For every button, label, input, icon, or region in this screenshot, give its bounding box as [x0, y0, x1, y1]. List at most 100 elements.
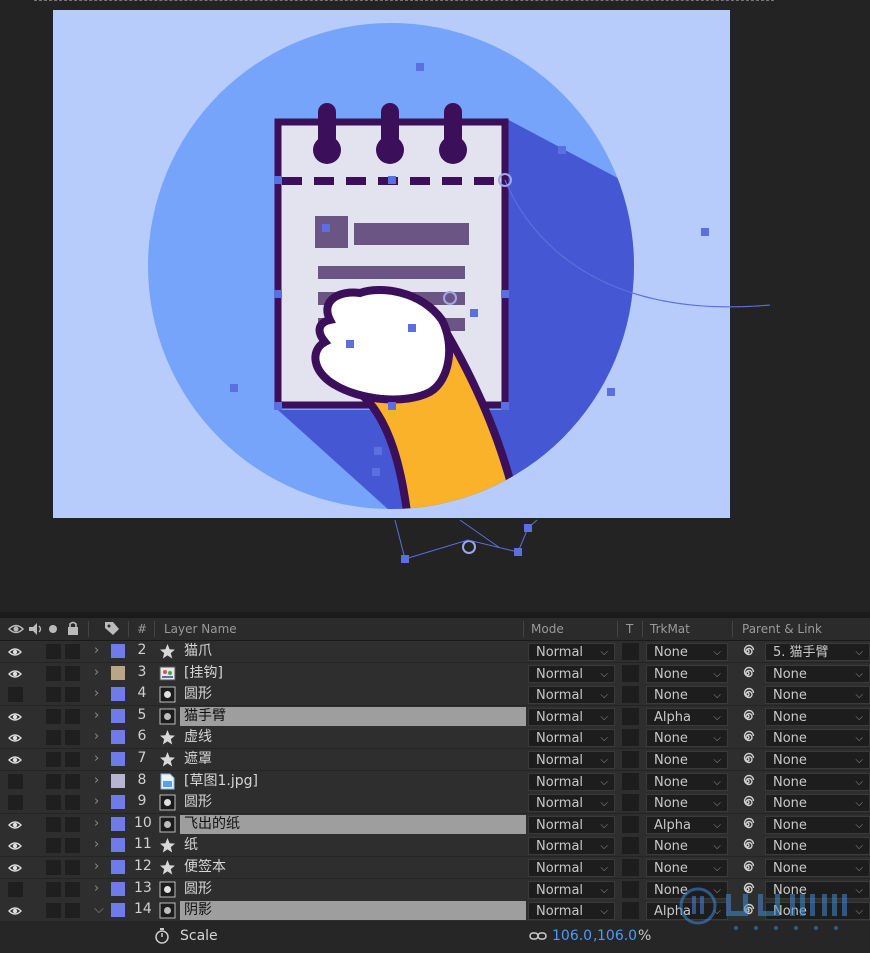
label-color-swatch[interactable] — [111, 730, 125, 745]
layer-row[interactable]: › 7 遮罩 Normal ⌵ None ⌵ None ⌵ — [0, 749, 870, 771]
parent-dropdown[interactable]: None ⌵ — [765, 815, 870, 834]
mode-dropdown[interactable]: Normal ⌵ — [528, 729, 615, 748]
chevron-right-icon[interactable]: › — [94, 729, 99, 744]
lock-toggle[interactable] — [65, 773, 80, 789]
lock-toggle[interactable] — [65, 838, 80, 854]
layer-name[interactable]: 圆形 — [180, 685, 526, 704]
lock-icon[interactable] — [66, 621, 80, 636]
layer-row[interactable]: › 6 虚线 Normal ⌵ None ⌵ None ⌵ — [0, 727, 870, 750]
label-color-swatch[interactable] — [111, 644, 125, 658]
trkmat-dropdown[interactable]: None ⌵ — [646, 664, 728, 683]
lock-toggle[interactable] — [65, 881, 80, 897]
parent-dropdown[interactable]: None ⌵ — [765, 794, 870, 813]
chevron-right-icon[interactable]: › — [94, 665, 99, 680]
spiral-pickwhip-icon[interactable] — [739, 794, 756, 811]
preserve-transparency-toggle[interactable] — [622, 643, 639, 660]
chevron-right-icon[interactable]: › — [94, 794, 99, 809]
stopwatch-icon[interactable] — [154, 928, 170, 944]
label-color-swatch[interactable] — [111, 665, 125, 680]
mode-dropdown[interactable]: Normal ⌵ — [528, 751, 615, 769]
chevron-right-icon[interactable]: › — [94, 643, 99, 658]
spiral-pickwhip-icon[interactable] — [739, 751, 756, 768]
layer-row[interactable]: › 5 猫手臂 Normal ⌵ Alpha ⌵ None ⌵ — [0, 705, 870, 728]
preserve-transparency-toggle[interactable] — [622, 815, 639, 833]
chevron-down-icon[interactable]: ⌵ — [94, 902, 104, 917]
label-color-swatch[interactable] — [111, 838, 125, 853]
eye-icon[interactable] — [8, 623, 24, 635]
layer-row[interactable]: › 4 圆形 Normal ⌵ None ⌵ None ⌵ — [0, 684, 870, 707]
lock-toggle[interactable] — [65, 752, 80, 767]
solo-toggle[interactable] — [46, 881, 61, 897]
lock-toggle[interactable] — [65, 795, 80, 811]
lock-toggle[interactable] — [65, 708, 80, 724]
preserve-transparency-toggle[interactable] — [622, 664, 639, 682]
preserve-transparency-toggle[interactable] — [622, 902, 639, 920]
visibility-toggle[interactable] — [8, 687, 23, 703]
audio-icon[interactable] — [28, 622, 44, 636]
layer-name[interactable]: 圆形 — [180, 880, 526, 899]
chevron-right-icon[interactable]: › — [94, 859, 99, 874]
mode-dropdown[interactable]: Normal ⌵ — [528, 837, 615, 856]
preserve-transparency-toggle[interactable] — [622, 772, 639, 790]
preserve-transparency-toggle[interactable] — [622, 686, 639, 704]
mode-dropdown[interactable]: Normal ⌵ — [528, 643, 615, 661]
preserve-transparency-toggle[interactable] — [622, 707, 639, 725]
mode-dropdown[interactable]: Normal ⌵ — [528, 794, 615, 813]
parent-dropdown[interactable]: None ⌵ — [765, 772, 870, 791]
visibility-toggle[interactable] — [8, 773, 23, 789]
lock-toggle[interactable] — [65, 644, 80, 659]
mode-dropdown[interactable]: Normal ⌵ — [528, 707, 615, 726]
solo-toggle[interactable] — [46, 687, 61, 703]
label-color-swatch[interactable] — [111, 773, 125, 788]
parent-dropdown[interactable]: 5. 猫手臂 ⌵ — [765, 643, 870, 661]
chevron-right-icon[interactable]: › — [94, 708, 99, 723]
solo-toggle[interactable] — [46, 773, 61, 789]
trkmat-dropdown[interactable]: None ⌵ — [646, 837, 728, 856]
mode-dropdown[interactable]: Normal ⌵ — [528, 664, 615, 683]
solo-toggle[interactable] — [46, 665, 61, 681]
spiral-pickwhip-icon[interactable] — [739, 686, 756, 703]
lock-toggle[interactable] — [65, 860, 80, 875]
composition-viewer[interactable] — [0, 0, 870, 612]
parent-dropdown[interactable]: None ⌵ — [765, 859, 870, 877]
trkmat-dropdown[interactable]: None ⌵ — [646, 772, 728, 791]
layer-name[interactable]: 纸 — [180, 836, 526, 855]
solo-toggle[interactable] — [46, 860, 61, 875]
composition-canvas[interactable] — [0, 0, 870, 612]
preserve-transparency-toggle[interactable] — [622, 729, 639, 747]
layer-name[interactable]: 圆形 — [180, 793, 526, 812]
layer-row[interactable]: › 2 猫爪 Normal ⌵ None ⌵ 5. 猫手臂 ⌵ — [0, 641, 870, 663]
chevron-right-icon[interactable]: › — [94, 837, 99, 852]
trkmat-dropdown[interactable]: None ⌵ — [646, 751, 728, 769]
eye-icon[interactable] — [8, 753, 22, 767]
layer-name[interactable]: [挂钩] — [180, 664, 526, 683]
layer-row[interactable]: › 8 [草图1.jpg] Normal ⌵ None ⌵ None ⌵ — [0, 770, 870, 793]
eye-icon[interactable] — [8, 667, 22, 681]
layer-name[interactable]: 猫手臂 — [180, 706, 526, 726]
trkmat-dropdown[interactable]: None ⌵ — [646, 686, 728, 705]
preserve-transparency-toggle[interactable] — [622, 751, 639, 768]
eye-icon[interactable] — [8, 839, 22, 853]
solo-toggle[interactable] — [46, 708, 61, 724]
spiral-pickwhip-icon[interactable] — [739, 837, 756, 854]
mode-dropdown[interactable]: Normal ⌵ — [528, 815, 615, 834]
visibility-toggle[interactable] — [8, 881, 23, 897]
preserve-transparency-toggle[interactable] — [622, 880, 639, 898]
solo-toggle[interactable] — [46, 795, 61, 811]
scale-y-value[interactable]: 106.0 — [597, 928, 637, 944]
eye-icon[interactable] — [8, 818, 22, 832]
eye-icon[interactable] — [8, 645, 22, 659]
eye-icon[interactable] — [8, 861, 22, 875]
spiral-pickwhip-icon[interactable] — [739, 665, 756, 682]
lock-toggle[interactable] — [65, 687, 80, 703]
spiral-pickwhip-icon[interactable] — [739, 816, 756, 833]
label-color-swatch[interactable] — [111, 708, 125, 723]
label-color-swatch[interactable] — [111, 816, 125, 831]
chevron-right-icon[interactable]: › — [94, 816, 99, 831]
spiral-pickwhip-icon[interactable] — [739, 773, 756, 790]
layer-name[interactable]: 便签本 — [180, 858, 526, 877]
solo-toggle[interactable] — [46, 730, 61, 746]
lock-toggle[interactable] — [65, 903, 80, 919]
layer-name[interactable]: 阴影 — [180, 901, 526, 921]
label-color-swatch[interactable] — [111, 903, 125, 918]
